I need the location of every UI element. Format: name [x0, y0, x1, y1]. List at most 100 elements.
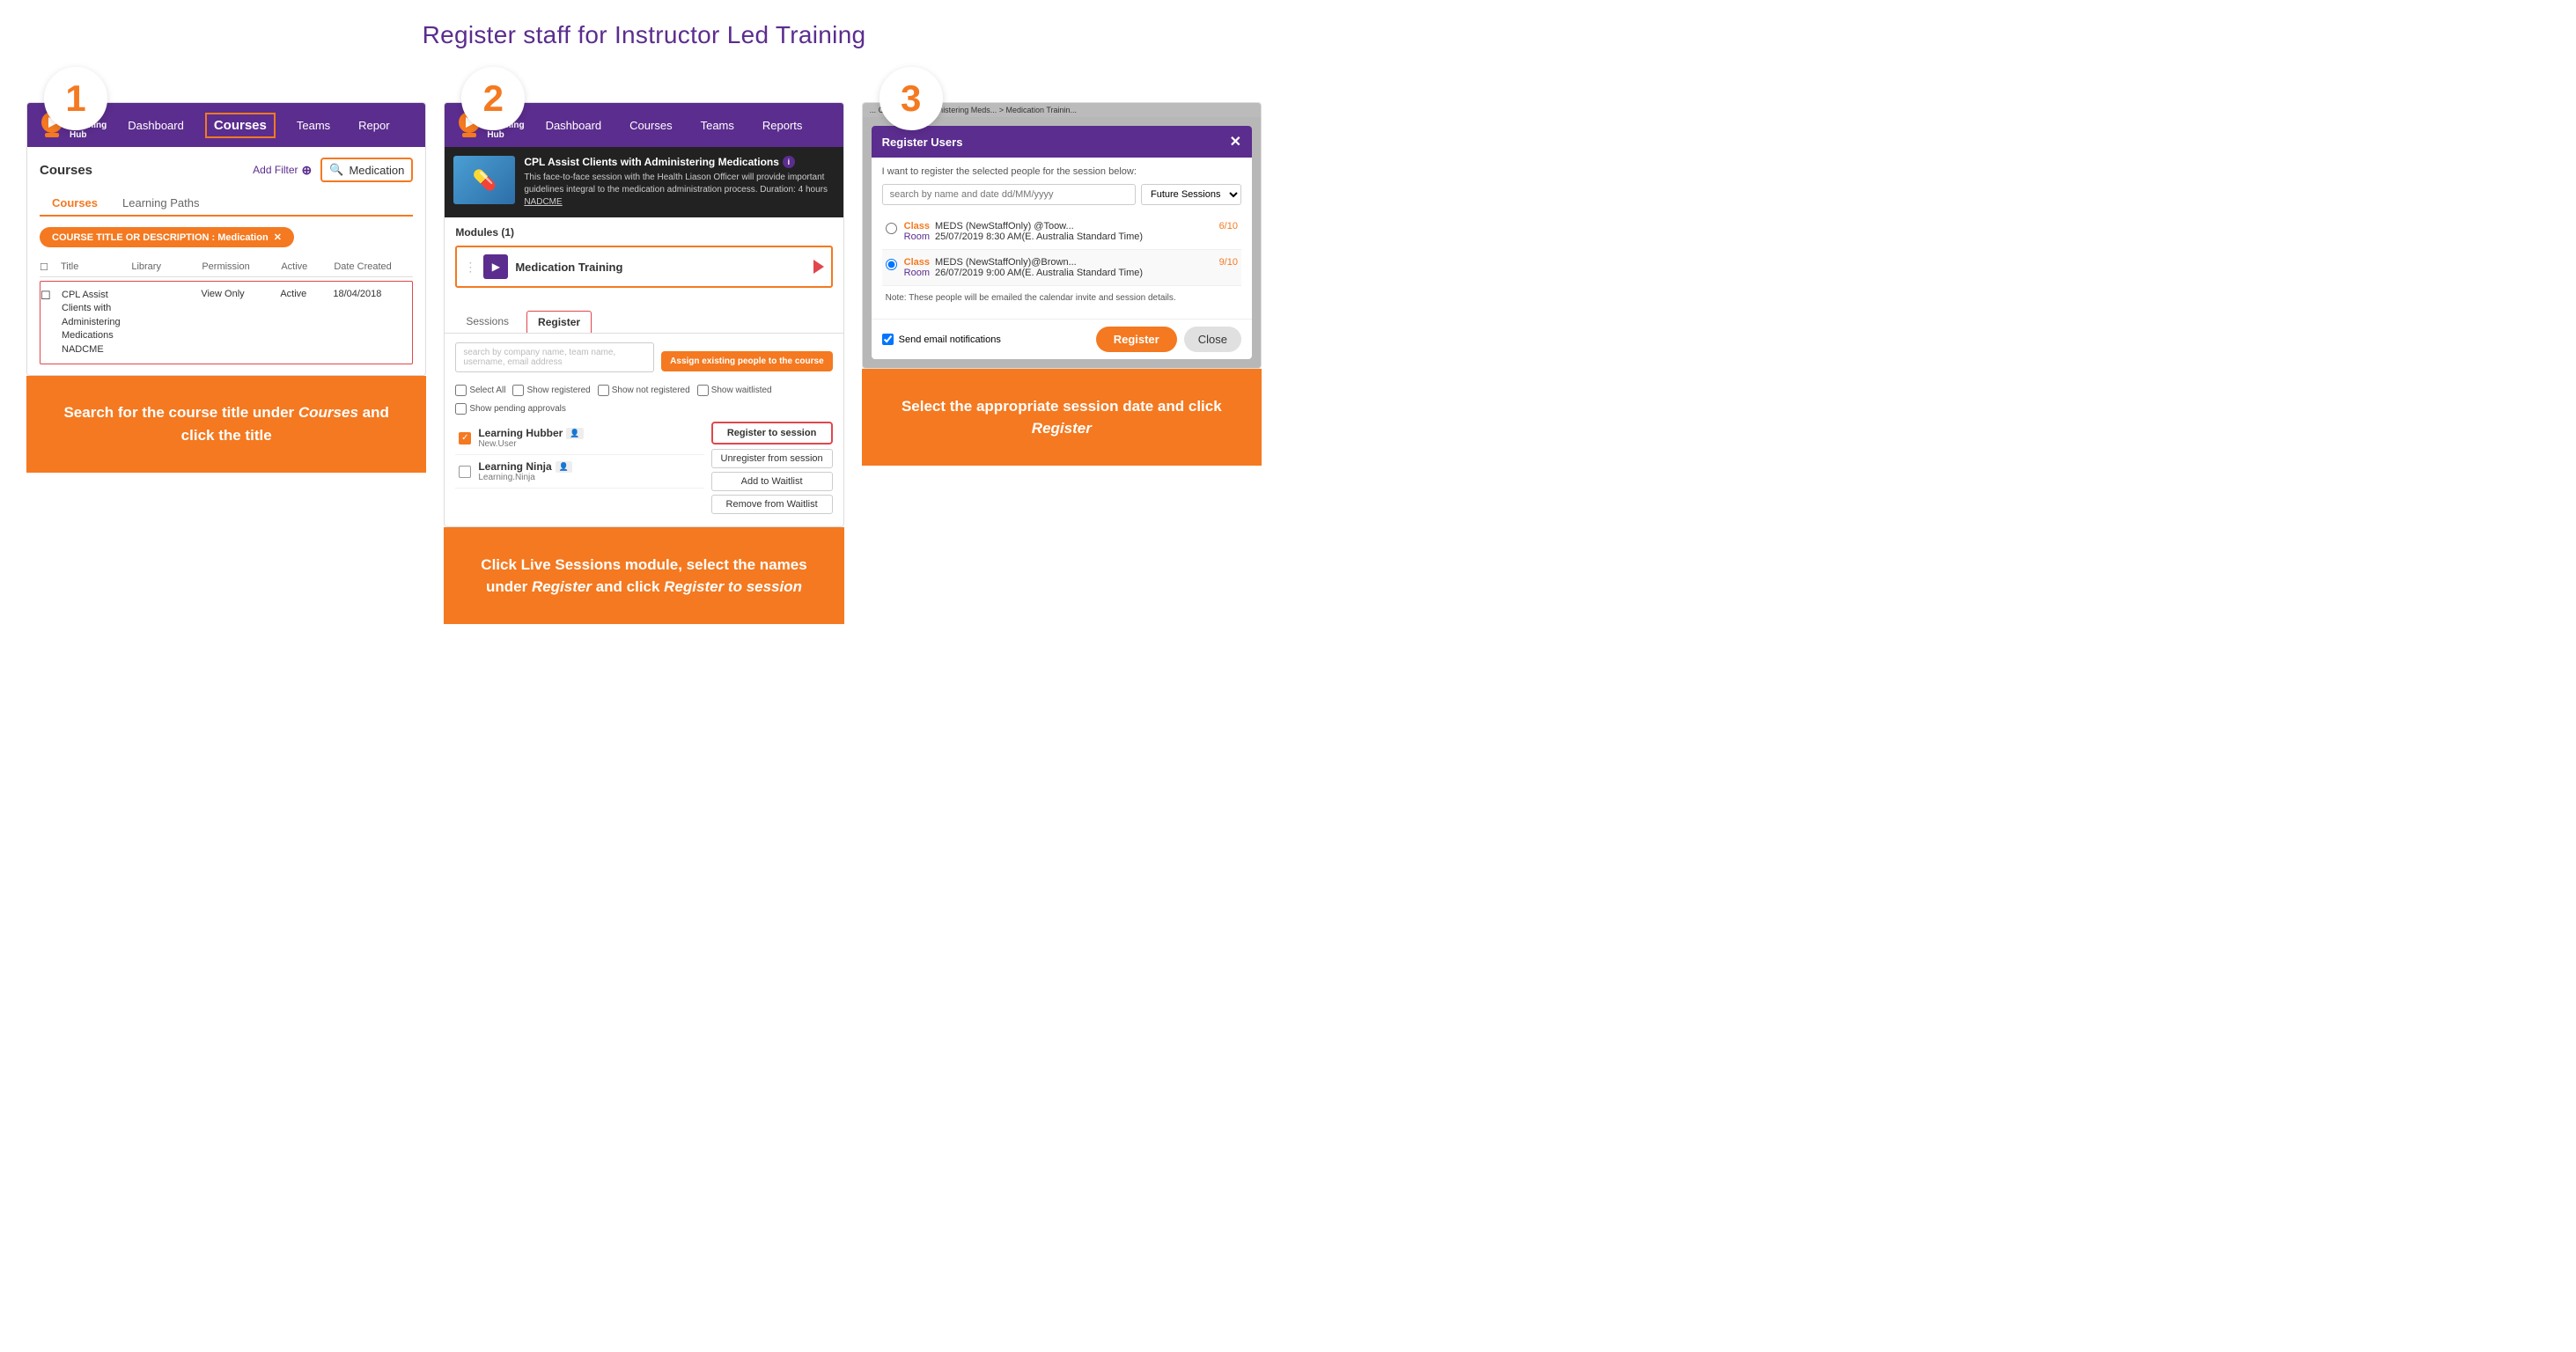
step1-course-row[interactable]: ☐ CPL Assist Clients with Administering … — [40, 281, 413, 364]
step2-filter-row: Select All Show registered Show not regi… — [455, 385, 832, 415]
step3-send-email-label: Send email notifications — [899, 334, 1001, 345]
step3-description: Select the appropriate session date and … — [862, 369, 1262, 466]
row-checkbox[interactable]: ☐ — [40, 289, 62, 303]
module-icon: ▶ — [483, 254, 508, 279]
step1-tab-learning-paths[interactable]: Learning Paths — [110, 191, 211, 215]
step3-footer-buttons: Register Close — [1096, 327, 1241, 352]
step3-s2-date: 26/07/2019 9:00 AM(E. Australia Standard… — [935, 268, 1143, 278]
step2-course-thumbnail: 💊 — [453, 156, 515, 204]
step3-s1-date: 25/07/2019 8:30 AM(E. Australia Standard… — [935, 231, 1143, 242]
step3-s1-class-label: Class — [904, 221, 930, 231]
step3-session-1[interactable]: Class MEDS (NewStaffOnly) @Toow... 6/10 … — [882, 214, 1241, 250]
step3-session-2-radio[interactable] — [886, 259, 897, 270]
step1-tabs-row: Courses Learning Paths — [40, 191, 413, 217]
user2-badge: 👤 — [556, 461, 572, 473]
step1-course-active: Active — [280, 289, 333, 299]
step1-filter-tag: COURSE TITLE OR DESCRIPTION : Medication… — [40, 227, 294, 247]
step1-search-value: Medication — [349, 164, 404, 177]
step-1-number: 1 — [44, 67, 107, 130]
step2-course-title: CPL Assist Clients with Administering Me… — [524, 156, 834, 168]
step2-register-panel: search by company name, team name, usern… — [445, 334, 843, 526]
drag-handle-icon: ⋮ — [464, 260, 476, 275]
step2-search-names[interactable]: search by company name, team name, usern… — [455, 342, 654, 372]
step2-user-1[interactable]: ✓ Learning Hubber 👤 New.User — [455, 422, 703, 455]
step-3-column: 3 ... Clients with Administering Meds...… — [862, 67, 1262, 466]
steps-container: 1 CPL Learning Hub Dashboard — [0, 67, 1288, 624]
step1-courses-header: Courses Add Filter ⊕ 🔍 Medication — [40, 158, 413, 182]
step3-register-btn[interactable]: Register — [1096, 327, 1177, 352]
step-1-column: 1 CPL Learning Hub Dashboard — [26, 67, 426, 473]
step2-course-info: CPL Assist Clients with Administering Me… — [524, 156, 834, 209]
step2-search-placeholder: search by company name, team name, usern… — [463, 348, 646, 367]
step-3-number-wrapper: 3 — [862, 67, 1262, 120]
modal-close-icon[interactable]: ✕ — [1230, 133, 1241, 151]
step2-user-2[interactable]: Learning Ninja 👤 Learning.Ninja — [455, 455, 703, 489]
step3-close-btn[interactable]: Close — [1184, 327, 1241, 352]
step2-users-list: ✓ Learning Hubber 👤 New.User — [455, 422, 703, 518]
step2-modules-label: Modules (1) — [455, 226, 832, 239]
step2-course-description: This face-to-face session with the Healt… — [524, 172, 834, 209]
step1-course-permission: View Only — [201, 289, 280, 299]
step3-s2-count: 9/10 — [1219, 257, 1238, 268]
user1-checkbox[interactable]: ✓ — [459, 432, 471, 445]
step3-session-search-row: Future Sessions — [882, 184, 1241, 205]
step1-course-date: 18/04/2018 — [333, 289, 412, 299]
step3-send-email-row: Send email notifications — [882, 334, 1001, 345]
user1-badge: 👤 — [566, 428, 583, 439]
step3-session-2[interactable]: Class MEDS (NewStaffOnly)@Brown... 9/10 … — [882, 250, 1241, 286]
step1-course-title: CPL Assist Clients with Administering Me… — [62, 289, 130, 356]
step3-s2-room-label: Room — [904, 268, 930, 278]
step-3-number: 3 — [880, 67, 943, 130]
step2-modules-section: Modules (1) ⋮ ▶ Medication Training — [445, 217, 843, 304]
step2-tab-register[interactable]: Register — [526, 311, 592, 333]
step1-courses-panel: Courses Add Filter ⊕ 🔍 Medication Course — [27, 147, 425, 375]
step2-remove-waitlist-btn[interactable]: Remove from Waitlist — [711, 495, 833, 514]
step3-modal-box: Register Users ✕ I want to register the … — [872, 126, 1252, 359]
step2-unregister-btn[interactable]: Unregister from session — [711, 449, 833, 468]
step3-session-1-details: Class MEDS (NewStaffOnly) @Toow... 6/10 … — [904, 221, 1238, 242]
step2-sessions-tabs: Sessions Register — [445, 304, 843, 334]
step2-register-to-session-btn[interactable]: Register to session — [711, 422, 833, 445]
step2-module-item[interactable]: ⋮ ▶ Medication Training — [455, 246, 832, 288]
filter-show-pending[interactable]: Show pending approvals — [455, 403, 566, 415]
filter-close-icon[interactable]: ✕ — [274, 231, 282, 243]
step2-course-banner: 💊 CPL Assist Clients with Administering … — [445, 147, 843, 217]
user2-checkbox[interactable] — [459, 466, 471, 478]
page-title: Register staff for Instructor Led Traini… — [0, 0, 1288, 67]
arrow-indicator — [813, 260, 824, 274]
step3-s1-room-label: Room — [904, 231, 930, 242]
step3-s1-code: MEDS (NewStaffOnly) @Toow... — [935, 221, 1074, 231]
step3-modal-note: Note: These people will be emailed the c… — [882, 293, 1241, 303]
filter-show-registered[interactable]: Show registered — [512, 385, 590, 396]
step-2-number: 2 — [461, 67, 525, 130]
step3-modal-overlay: Register Users ✕ I want to register the … — [863, 117, 1261, 368]
step3-session-1-radio[interactable] — [886, 223, 897, 234]
step3-session-2-details: Class MEDS (NewStaffOnly)@Brown... 9/10 … — [904, 257, 1238, 278]
step2-add-waitlist-btn[interactable]: Add to Waitlist — [711, 472, 833, 491]
step3-send-email-checkbox[interactable] — [882, 334, 894, 345]
step3-s2-class-label: Class — [904, 257, 930, 268]
step2-assign-btn[interactable]: Assign existing people to the course — [661, 351, 832, 371]
step-2-column: 2 CPL Learning Hub Dashboard — [444, 67, 843, 624]
col-checkbox: ☐ — [40, 261, 61, 273]
step3-modal-subtitle: I want to register the selected people f… — [882, 166, 1241, 177]
filter-show-not-registered[interactable]: Show not registered — [598, 385, 690, 396]
step1-add-filter[interactable]: Add Filter ⊕ — [253, 163, 312, 178]
step3-future-sessions-select[interactable]: Future Sessions — [1141, 184, 1241, 205]
step3-modal-title: Register Users — [882, 136, 963, 149]
step1-search-box[interactable]: 🔍 Medication — [320, 158, 413, 182]
step3-session-search-input[interactable] — [882, 184, 1136, 205]
step-2-screenshot: CPL Learning Hub Dashboard Courses Teams… — [444, 102, 843, 527]
step-2-number-wrapper: 2 — [444, 67, 843, 120]
step1-tab-courses[interactable]: Courses — [40, 191, 110, 217]
filter-select-all[interactable]: Select All — [455, 385, 505, 396]
step1-table-header: ☐ Title Library Permission Active Date C… — [40, 258, 413, 277]
step3-s1-count: 6/10 — [1219, 221, 1238, 231]
step-1-number-wrapper: 1 — [26, 67, 426, 120]
step-1-screenshot: CPL Learning Hub Dashboard Courses Teams… — [26, 102, 426, 376]
step3-modal-header: Register Users ✕ — [872, 126, 1252, 158]
step-3-screenshot: ... Clients with Administering Meds... >… — [862, 102, 1262, 369]
step3-modal-body: I want to register the selected people f… — [872, 158, 1252, 319]
filter-show-waitlisted[interactable]: Show waitlisted — [697, 385, 772, 396]
step2-tab-sessions[interactable]: Sessions — [455, 311, 519, 333]
